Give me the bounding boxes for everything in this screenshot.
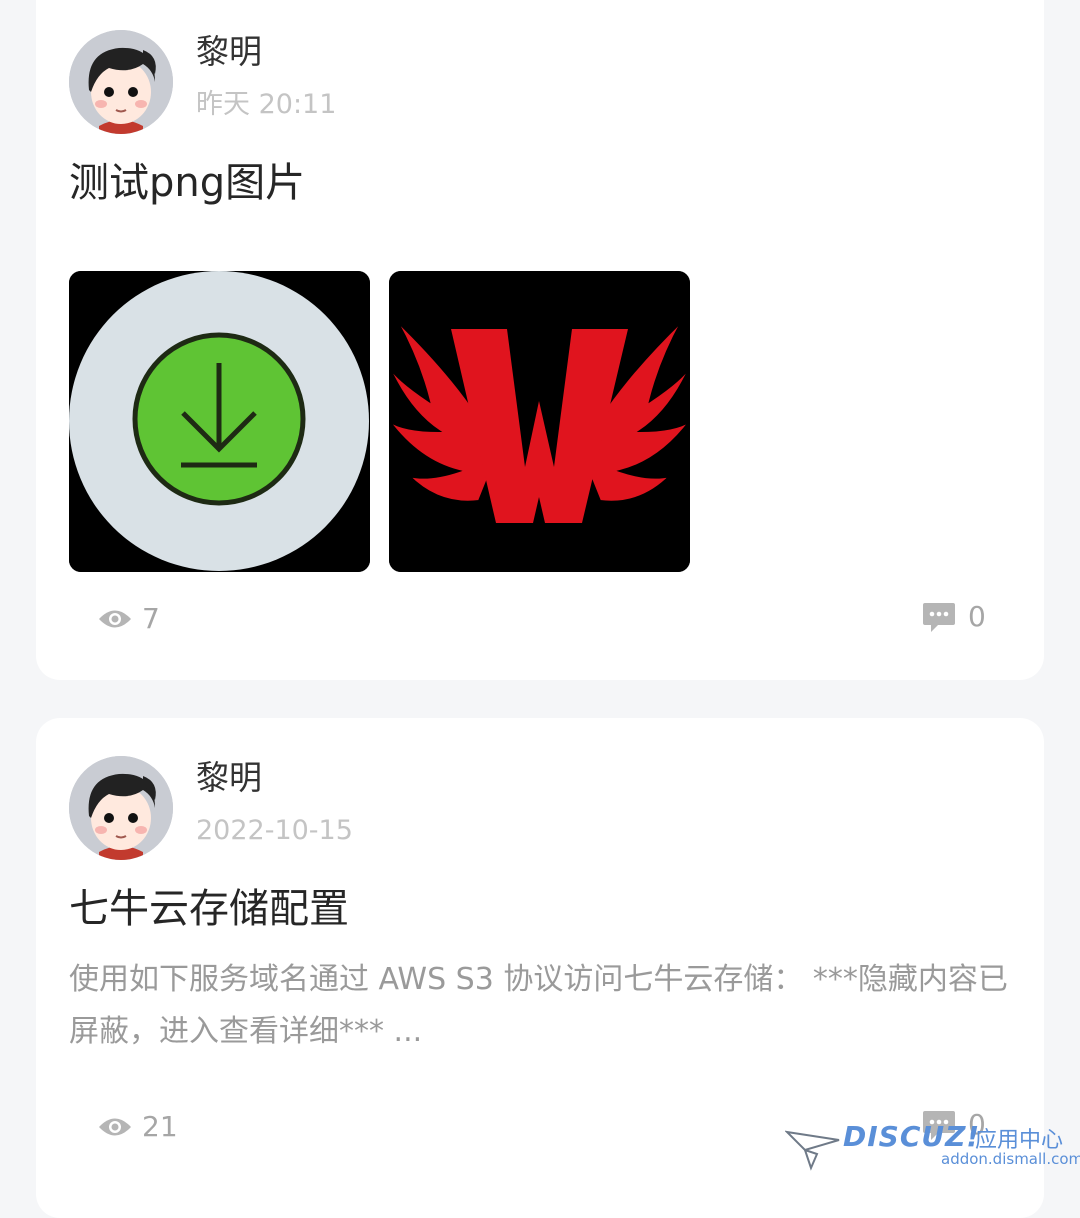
view-count-value: 21 — [142, 1110, 178, 1143]
post-time: 昨天 20:11 — [196, 89, 337, 120]
post-title[interactable]: 七牛云存储配置 — [69, 884, 349, 934]
view-count-value: 7 — [142, 602, 160, 635]
comment-icon — [923, 602, 955, 632]
post-time: 2022-10-15 — [196, 815, 353, 846]
comment-count[interactable]: 0 — [922, 600, 986, 633]
avatar-cartoon-icon — [69, 30, 173, 134]
post-card[interactable]: 黎明 昨天 20:11 测试png图片 7 0 — [36, 0, 1044, 680]
comment-count-value: 0 — [968, 600, 986, 633]
avatar-cartoon-icon — [69, 756, 173, 860]
author-avatar[interactable] — [69, 30, 173, 134]
author-name[interactable]: 黎明 — [196, 32, 262, 72]
view-count: 21 — [98, 1110, 178, 1143]
watermark-brand: DISCUZ! — [843, 1120, 981, 1153]
view-count: 7 — [98, 602, 160, 635]
eye-icon — [99, 1118, 131, 1135]
download-icon — [69, 271, 370, 572]
post-excerpt[interactable]: 使用如下服务域名通过 AWS S3 协议访问七牛云存储： ***隐藏内容已屏蔽，… — [69, 954, 1019, 1058]
author-name[interactable]: 黎明 — [196, 758, 262, 798]
post-image-1[interactable] — [69, 271, 370, 572]
eye-icon — [99, 610, 131, 627]
paper-plane-icon — [785, 1130, 840, 1171]
post-title[interactable]: 测试png图片 — [69, 158, 305, 208]
discuz-watermark: DISCUZ! 应用中心 addon.dismall.com — [785, 1118, 1080, 1178]
winged-w-logo-icon — [389, 271, 690, 572]
post-image-2[interactable] — [389, 271, 690, 572]
author-avatar[interactable] — [69, 756, 173, 860]
watermark-url: addon.dismall.com — [941, 1150, 1080, 1168]
